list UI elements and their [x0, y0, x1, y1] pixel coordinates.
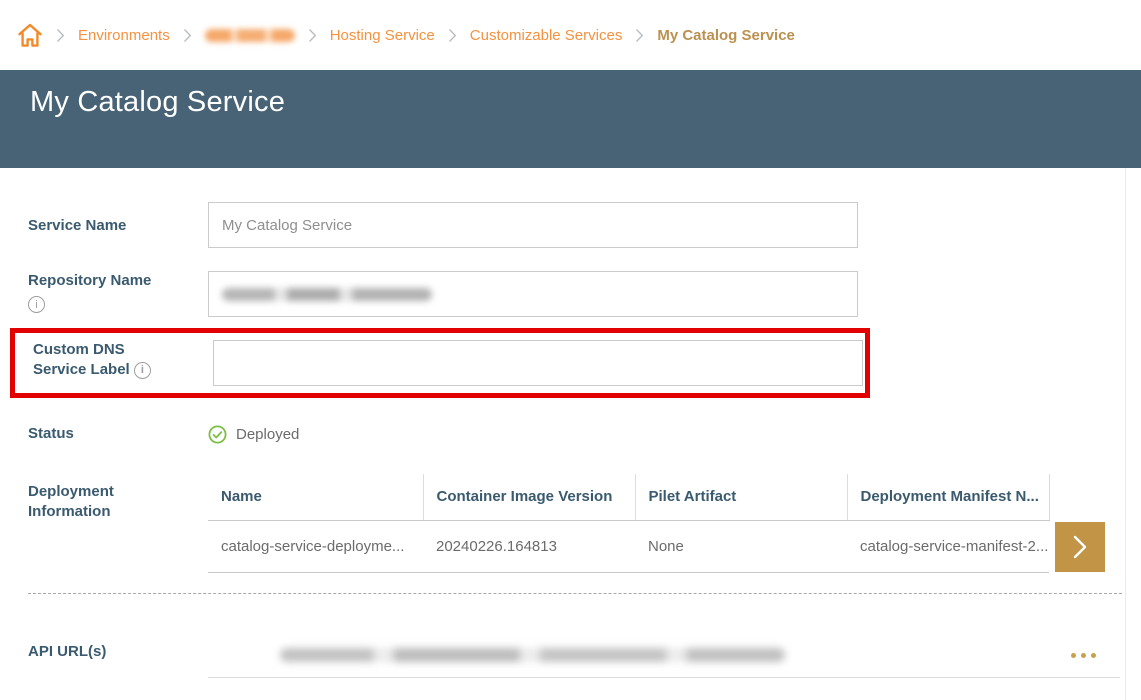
service-detail-form: Service Name Repository Name i Custom DN… — [0, 202, 1141, 678]
custom-dns-input[interactable] — [213, 340, 863, 386]
custom-dns-label-line2: Service Label i — [33, 360, 213, 380]
column-header-container-image-version[interactable]: Container Image Version — [423, 474, 635, 520]
status-badge: Deployed — [236, 426, 299, 443]
deployment-info-label-group: Deployment Information — [28, 474, 208, 573]
cell-name: catalog-service-deployme... — [208, 520, 423, 572]
success-check-icon — [208, 425, 227, 444]
custom-dns-label-text: Service Label — [33, 361, 130, 378]
chevron-right-icon — [308, 28, 317, 43]
cell-container-image-version: 20240226.164813 — [423, 520, 635, 572]
deployment-table: Name Container Image Version Pilet Artif… — [208, 474, 1050, 573]
more-actions-button[interactable] — [1069, 647, 1098, 664]
deployment-info-label-line1: Deployment — [28, 474, 208, 502]
chevron-right-icon — [1070, 533, 1090, 561]
chevron-right-icon — [448, 28, 457, 43]
custom-dns-label-line1: Custom DNS — [33, 340, 213, 360]
chevron-right-icon — [635, 28, 644, 43]
dashed-divider — [28, 593, 1122, 594]
service-name-row: Service Name — [28, 202, 1141, 248]
ellipsis-dot — [1071, 653, 1076, 658]
service-name-input[interactable] — [208, 202, 858, 248]
breadcrumb-item-redacted[interactable] — [205, 29, 295, 42]
repository-name-input[interactable] — [208, 271, 858, 317]
table-row[interactable]: catalog-service-deployme... 20240226.164… — [208, 520, 1049, 572]
cell-deployment-manifest: catalog-service-manifest-2... — [847, 520, 1049, 572]
info-icon[interactable]: i — [134, 362, 151, 379]
page-header: My Catalog Service — [0, 70, 1141, 168]
deployment-table-wrap: Name Container Image Version Pilet Artif… — [208, 474, 1141, 573]
column-header-pilet-artifact[interactable]: Pilet Artifact — [635, 474, 847, 520]
home-icon[interactable] — [17, 22, 43, 48]
cell-pilet-artifact: None — [635, 520, 847, 572]
custom-dns-label-group: Custom DNS Service Label i — [33, 340, 213, 386]
deployment-info-row: Deployment Information Name Container Im… — [28, 474, 1141, 573]
breadcrumb-item-customizable-services[interactable]: Customizable Services — [470, 27, 623, 44]
redacted-text — [222, 288, 432, 301]
breadcrumb-item-current: My Catalog Service — [657, 27, 795, 44]
deployment-info-label-line2: Information — [28, 502, 208, 522]
api-url-field — [208, 634, 1120, 678]
breadcrumb-item-environments[interactable]: Environments — [78, 27, 170, 44]
api-urls-label: API URL(s) — [28, 634, 208, 678]
page-title: My Catalog Service — [30, 86, 1141, 119]
repository-name-row: Repository Name i — [28, 271, 1141, 317]
status-row: Status Deployed — [28, 424, 1141, 444]
repository-name-info: i — [28, 296, 208, 314]
status-label: Status — [28, 424, 208, 444]
home-icon-svg — [17, 22, 43, 48]
repository-name-label-group: Repository Name i — [28, 271, 208, 317]
table-header-row: Name Container Image Version Pilet Artif… — [208, 474, 1049, 520]
ellipsis-dot — [1091, 653, 1096, 658]
column-header-deployment-manifest[interactable]: Deployment Manifest N... — [847, 474, 1049, 520]
column-header-name[interactable]: Name — [208, 474, 423, 520]
service-name-label: Service Name — [28, 202, 208, 248]
custom-dns-row: Custom DNS Service Label i — [33, 340, 865, 386]
repository-name-label: Repository Name — [28, 271, 208, 291]
status-value: Deployed — [208, 424, 858, 444]
breadcrumb-item-hosting-service[interactable]: Hosting Service — [330, 27, 435, 44]
chevron-right-icon — [183, 28, 192, 43]
row-detail-arrow-button[interactable] — [1055, 522, 1105, 572]
info-icon[interactable]: i — [28, 296, 45, 313]
chevron-right-icon — [56, 28, 65, 43]
highlight-box-custom-dns: Custom DNS Service Label i — [10, 328, 870, 398]
redacted-text — [280, 648, 785, 662]
api-urls-row: API URL(s) — [28, 634, 1141, 678]
ellipsis-dot — [1081, 653, 1086, 658]
breadcrumb: Environments Hosting Service Customizabl… — [0, 0, 1141, 70]
scrollbar-track[interactable] — [1125, 168, 1126, 700]
